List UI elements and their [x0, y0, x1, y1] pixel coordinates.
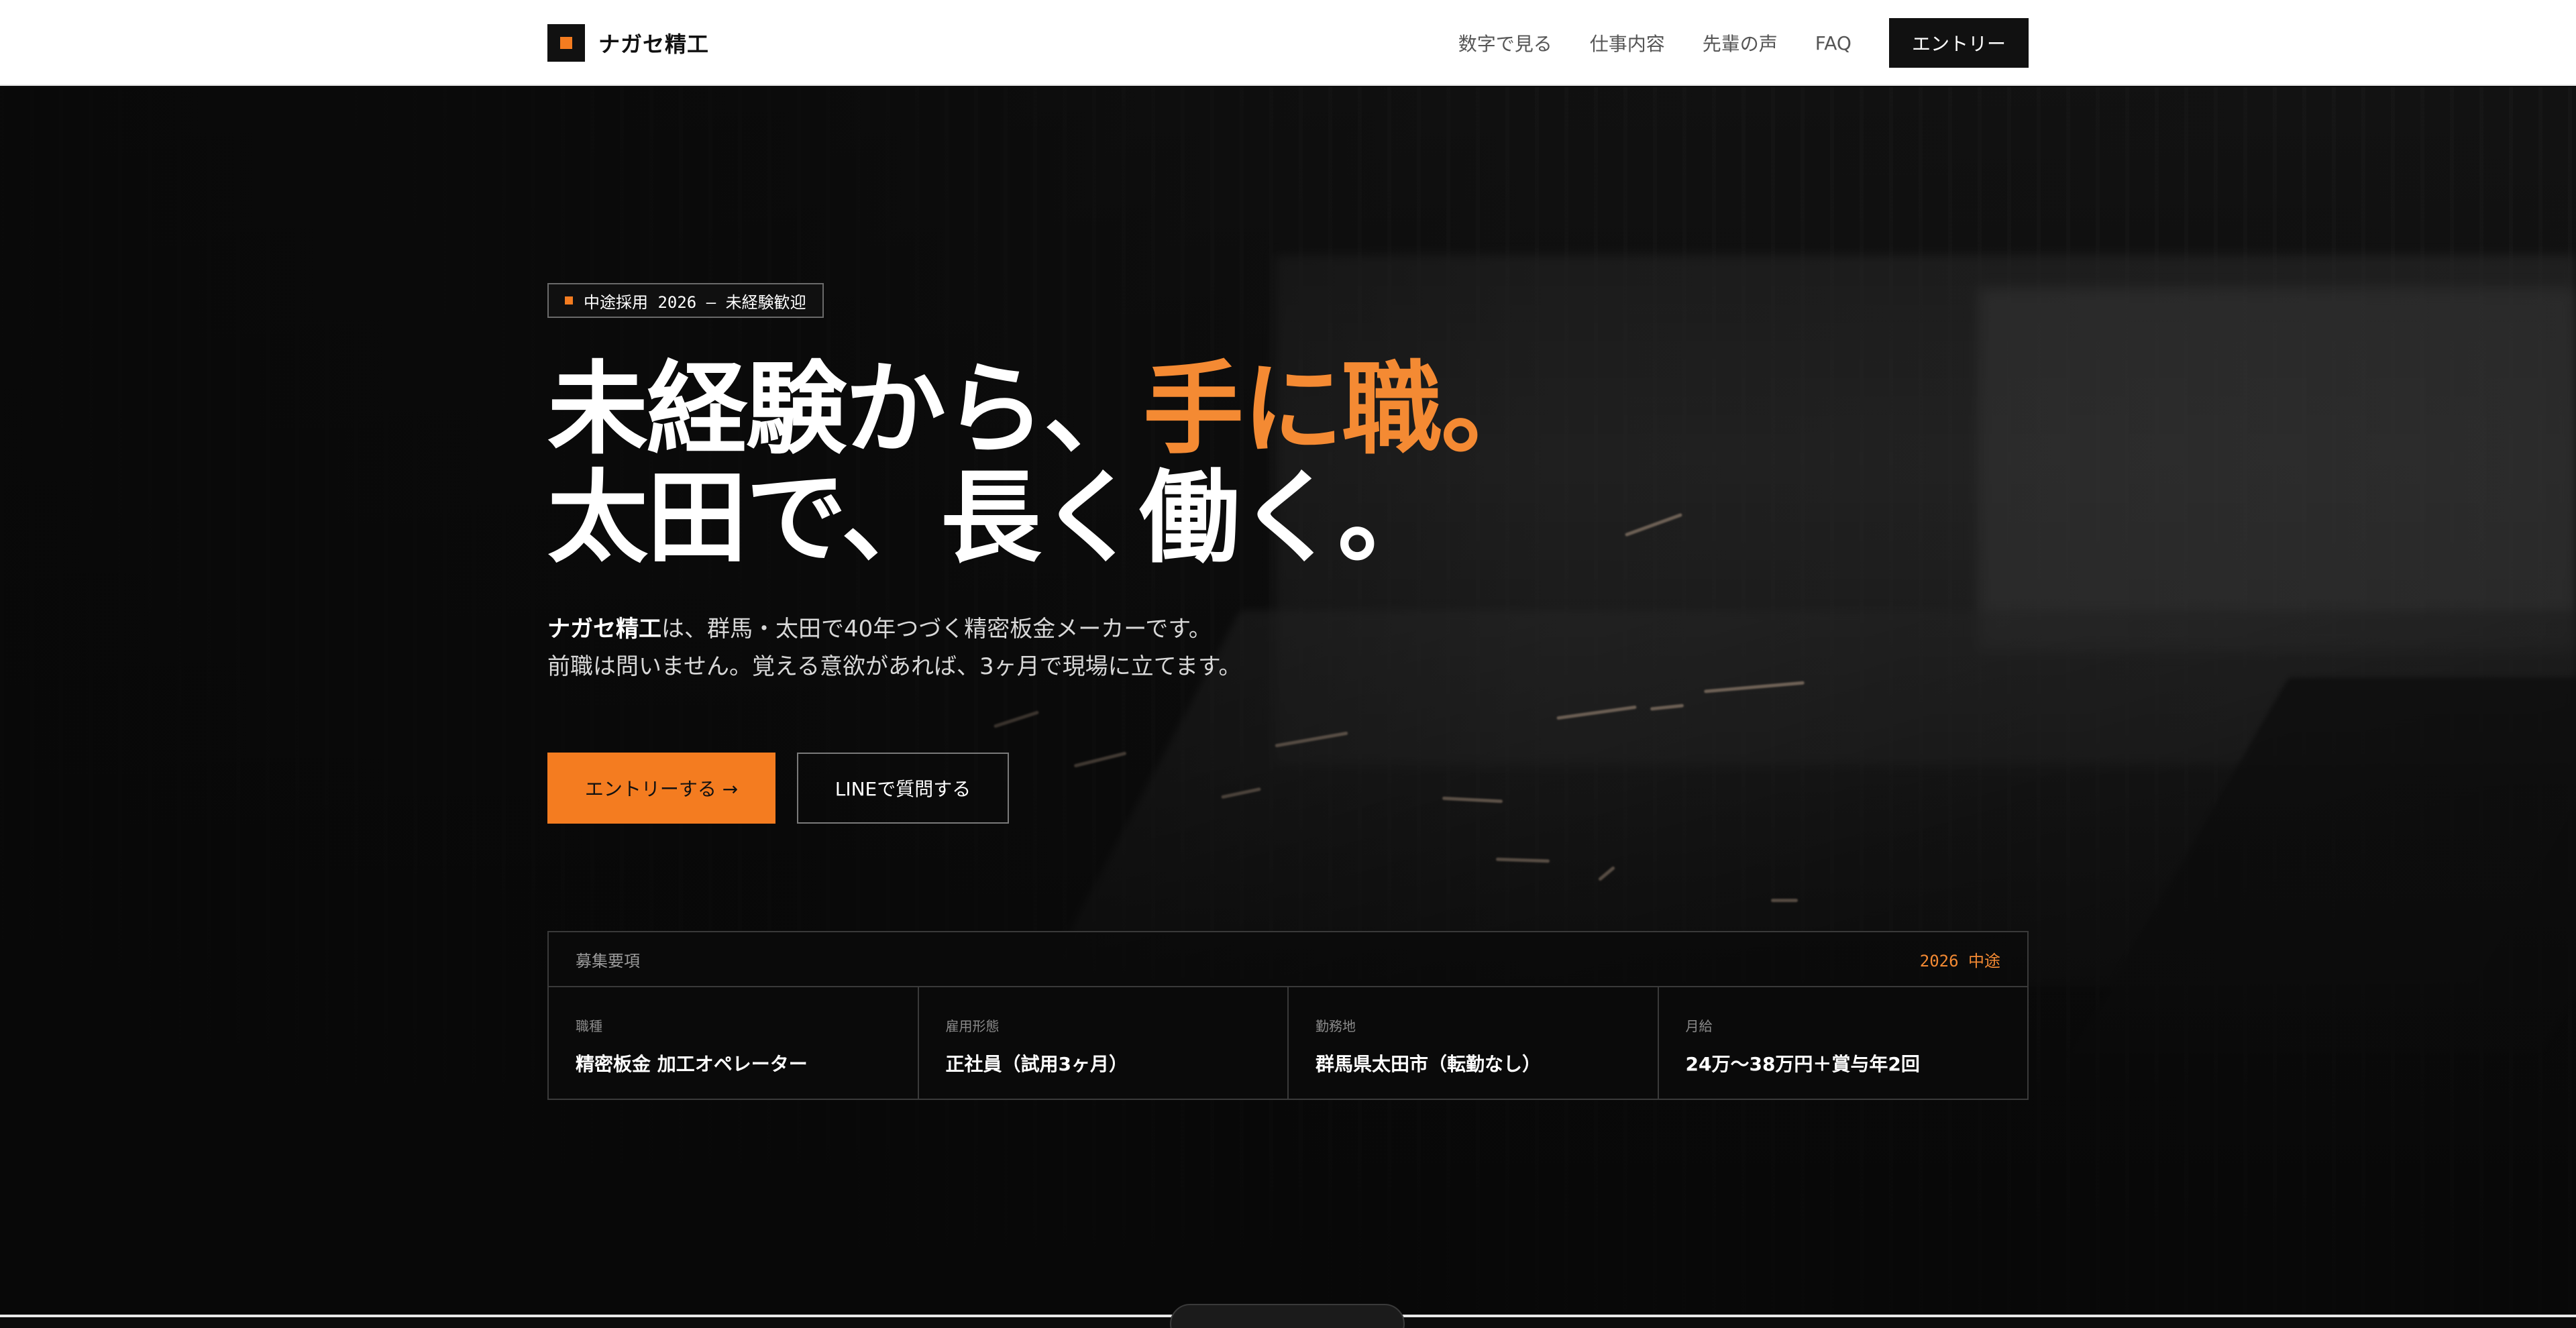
hero-headline: 未経験から、手に職。 太田で、長く働く。 [547, 355, 1542, 573]
cell-label: 勤務地 [1316, 1018, 1356, 1034]
brand-mark-icon [547, 24, 585, 62]
line-question-button[interactable]: LINEで質問する [797, 753, 1009, 824]
nav-link-voices[interactable]: 先輩の声 [1703, 30, 1778, 56]
hero-lead: ナガセ精工は、群馬・太田で40年つづく精密板金メーカーです。 前職は問いません。… [547, 610, 1242, 685]
nav-links: 数字で見る 仕事内容 先輩の声 FAQ エントリー [1458, 18, 2029, 68]
cell-value: 正社員（試用3ヶ月） [945, 1053, 1128, 1075]
recruit-cell-salary: 月給 24万〜38万円＋賞与年2回 [1659, 987, 2028, 1099]
cell-label: 月給 [1685, 1018, 1713, 1034]
brand-mark-square [560, 37, 572, 49]
nav-entry-button[interactable]: エントリー [1888, 18, 2029, 68]
hero-background [0, 87, 2576, 1315]
nav-inner: ナガセ精工 数字で見る 仕事内容 先輩の声 FAQ エントリー [547, 0, 2029, 86]
cell-value: 精密板金 加工オペレーター [576, 1053, 808, 1075]
recruit-year: 2026 中途 [1919, 951, 2000, 971]
nav-link-numbers[interactable]: 数字で見る [1458, 30, 1552, 56]
top-nav: ナガセ精工 数字で見る 仕事内容 先輩の声 FAQ エントリー [0, 0, 2576, 86]
recruit-summary: 募集要項 2026 中途 職種 精密板金 加工オペレーター 雇用形態 正社員（試… [547, 931, 2029, 1100]
cell-value: 24万〜38万円＋賞与年2回 [1685, 1053, 1920, 1075]
hiring-tag-text: 中途採用 2026 — 未経験歓迎 [584, 292, 806, 312]
recruit-grid: 職種 精密板金 加工オペレーター 雇用形態 正社員（試用3ヶ月） 勤務地 群馬県… [549, 987, 2027, 1099]
lead-line2: 前職は問いません。覚える意欲があれば、3ヶ月で現場に立てます。 [547, 653, 1242, 680]
cell-value: 群馬県太田市（転勤なし） [1316, 1053, 1542, 1075]
floating-toolbar[interactable] [1170, 1304, 1405, 1328]
recruit-cell-job: 職種 精密板金 加工オペレーター [549, 987, 919, 1099]
headline-accent: 手に職。 [1143, 351, 1542, 468]
recruit-title: 募集要項 [576, 951, 640, 971]
bg-vignette [0, 87, 2576, 1315]
lead-company-name: ナガセ精工 [547, 616, 661, 643]
lead-line1: は、群馬・太田で40年つづく精密板金メーカーです。 [661, 616, 1212, 643]
nav-link-work[interactable]: 仕事内容 [1590, 30, 1665, 56]
tag-dot-icon [565, 296, 573, 305]
recruit-cell-employment: 雇用形態 正社員（試用3ヶ月） [919, 987, 1289, 1099]
headline-line2: 太田で、長く働く。 [547, 460, 1438, 577]
cell-label: 職種 [576, 1018, 602, 1034]
brand-name: ナガセ精工 [598, 32, 710, 57]
recruit-header: 募集要項 2026 中途 [549, 932, 2027, 987]
hiring-tag: 中途採用 2026 — 未経験歓迎 [547, 283, 824, 318]
cell-label: 雇用形態 [945, 1018, 1000, 1034]
headline-line1: 未経験から、 [547, 351, 1144, 468]
entry-button[interactable]: エントリーする → [547, 753, 775, 824]
brand-logo[interactable]: ナガセ精工 [547, 24, 709, 62]
nav-link-faq[interactable]: FAQ [1815, 32, 1851, 54]
recruit-cell-location: 勤務地 群馬県太田市（転勤なし） [1289, 987, 1659, 1099]
